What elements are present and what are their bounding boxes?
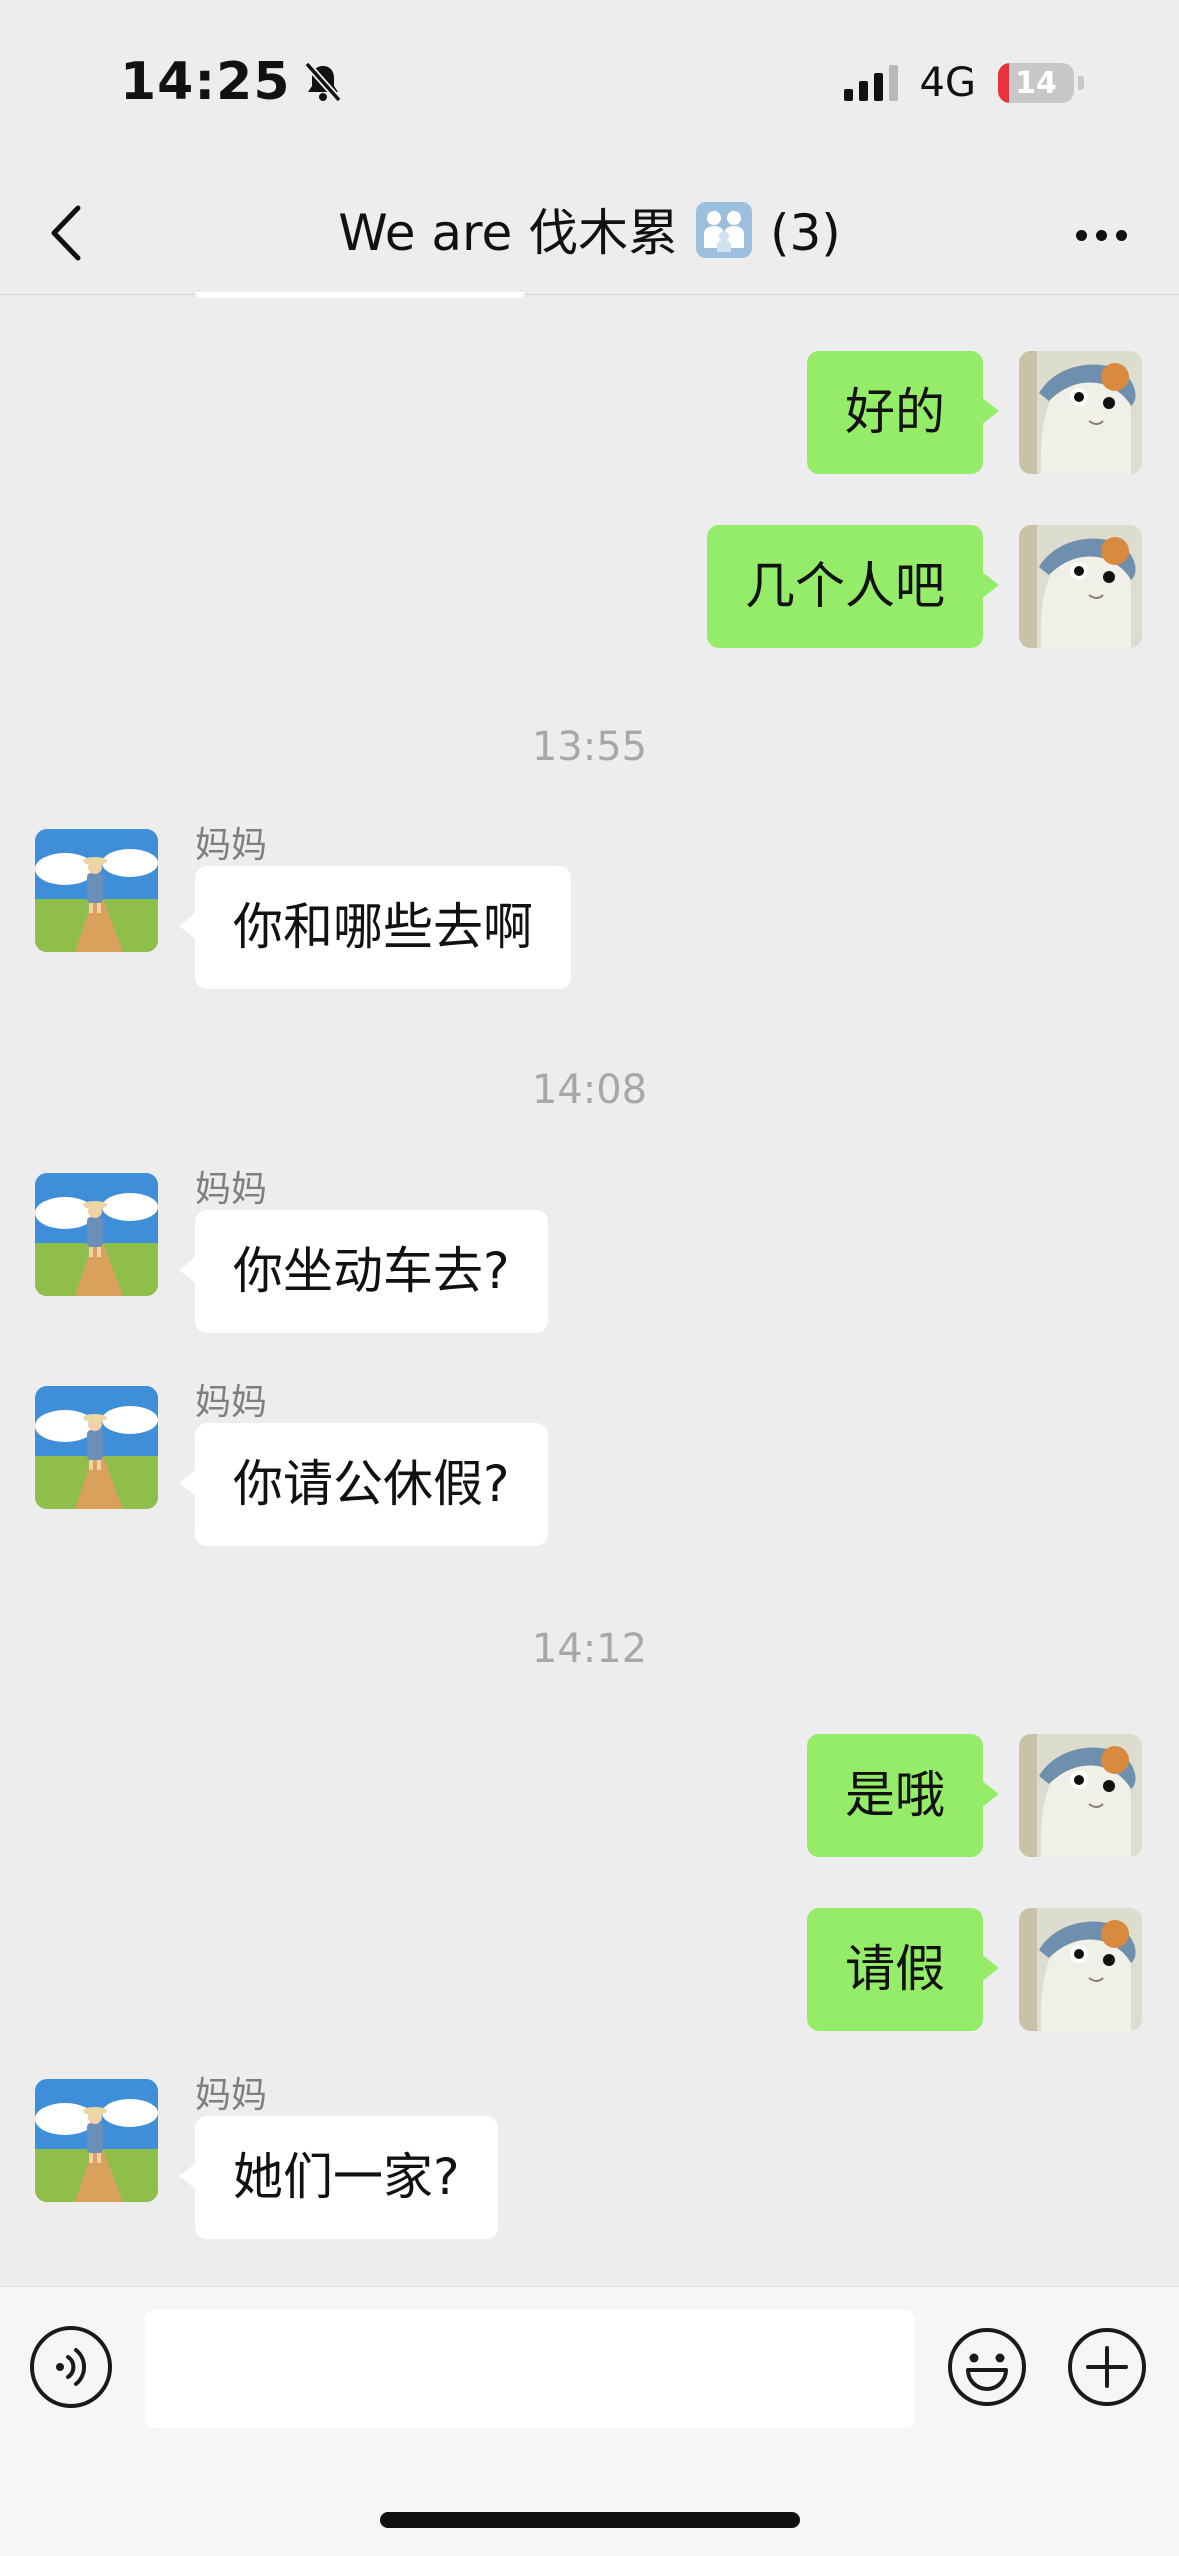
bell-muted-icon [301,60,345,104]
their-message-bubble[interactable]: 她们一家? [179,2116,498,2239]
my-avatar[interactable] [1019,1908,1142,2031]
sender-name: 妈妈 [195,1169,268,1210]
more-options-button[interactable] [1061,200,1141,270]
my-avatar[interactable] [1019,1734,1142,1857]
emoji-button[interactable] [946,2326,1028,2408]
my-avatar[interactable] [1019,525,1142,648]
chat-header: We are 伐木累 (3) [0,170,1179,295]
my-message-bubble[interactable]: 几个人吧 [707,525,999,648]
timestamp: 14:08 [531,1067,648,1113]
mom-avatar[interactable] [35,1173,158,1296]
more-functions-button[interactable] [1066,2326,1148,2408]
sender-name: 妈妈 [195,2075,268,2116]
sender-name: 妈妈 [195,825,268,866]
mom-avatar[interactable] [35,2079,158,2202]
my-message-bubble[interactable]: 好的 [807,351,999,474]
member-count: (3) [769,204,841,262]
my-message-bubble[interactable]: 是哦 [807,1734,999,1857]
my-avatar[interactable] [1019,351,1142,474]
battery-icon: 14 [998,63,1074,103]
mom-avatar[interactable] [35,829,158,952]
network-type: 4G [919,60,976,106]
voice-icon [56,2348,87,2386]
their-message-bubble[interactable]: 你和哪些去啊 [179,866,571,989]
their-message-bubble[interactable]: 你请公休假? [179,1423,548,1546]
emoji-icon [948,2328,1026,2406]
timestamp: 14:12 [531,1626,648,1672]
message-input[interactable] [145,2310,915,2428]
plus-icon [1068,2328,1146,2406]
status-bar: 14:25 4G 14 [0,0,1179,170]
family-emoji-icon [694,200,754,260]
mom-avatar[interactable] [35,1386,158,1509]
status-time: 14:25 [120,52,291,112]
message-list[interactable]: 好的 几个人吧 13:55 妈妈 你和哪些去啊 14:08 妈妈 你坐动车去? … [0,296,1179,2286]
timestamp: 13:55 [531,724,648,770]
sender-name: 妈妈 [195,1382,268,1423]
home-indicator[interactable] [380,2512,800,2528]
my-message-bubble[interactable]: 请假 [807,1908,999,2031]
more-icon [1075,229,1087,241]
signal-icon [843,65,898,101]
voice-button[interactable] [30,2326,112,2408]
chat-title: We are 伐木累 (3) [0,198,1179,268]
their-message-bubble[interactable]: 你坐动车去? [179,1210,548,1333]
group-name: We are 伐木累 [338,204,679,262]
battery-percent: 14 [1015,65,1057,101]
